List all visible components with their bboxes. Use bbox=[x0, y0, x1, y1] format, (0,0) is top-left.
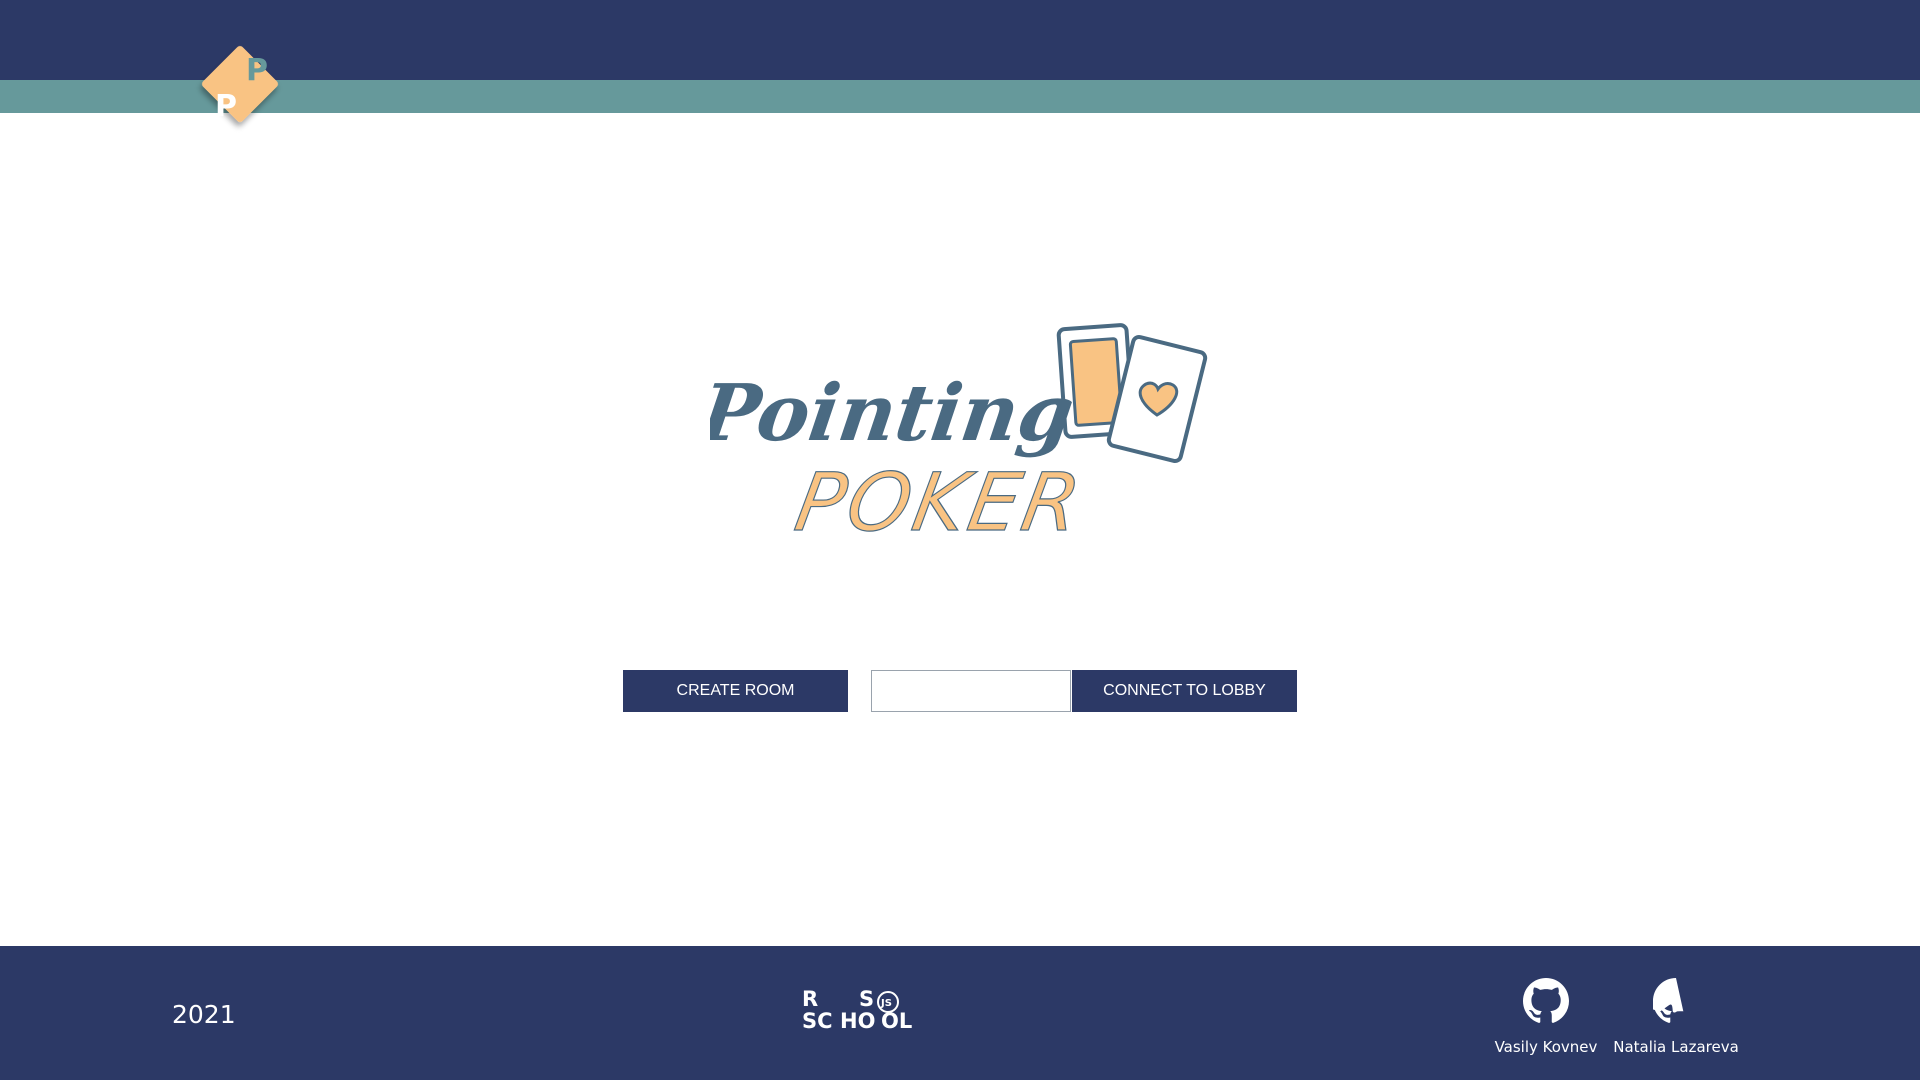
rs-logo-js: JS bbox=[880, 998, 892, 1009]
connect-to-lobby-button[interactable]: CONNECT TO LOBBY bbox=[1072, 670, 1297, 712]
author-name: Vasily Kovnev bbox=[1494, 1038, 1598, 1056]
author-link-natalia-lazareva[interactable]: Natalia Lazareva bbox=[1611, 978, 1741, 1058]
pointing-poker-logo: Pointing POKER bbox=[710, 323, 1208, 545]
footer-year: 2021 bbox=[172, 1000, 236, 1029]
page: P P Pointing POKER CREATE ROOM CONNECT T… bbox=[0, 0, 1920, 1080]
create-room-button[interactable]: CREATE ROOM bbox=[623, 670, 848, 712]
author-name: Natalia Lazareva bbox=[1613, 1038, 1739, 1056]
lobby-id-input[interactable] bbox=[871, 670, 1071, 712]
rs-logo-r: R bbox=[802, 988, 818, 1011]
logo-letter-teal: P bbox=[246, 53, 268, 88]
github-icon bbox=[1653, 978, 1684, 1023]
author-link-vasily-kovnev[interactable]: Vasily Kovnev bbox=[1481, 978, 1611, 1058]
rs-logo-sc: SC bbox=[802, 1009, 833, 1033]
rs-logo-s: S bbox=[859, 988, 874, 1011]
logo-word-poker: POKER bbox=[789, 457, 1090, 545]
rs-school-logo-icon[interactable]: R S SC HO OL JS bbox=[800, 988, 920, 1038]
footer: 2021 R S SC HO OL JS Vasily Kovnev Natal… bbox=[0, 946, 1920, 1080]
logo-word-pointing: Pointing bbox=[710, 367, 1079, 459]
github-icon bbox=[1523, 978, 1569, 1023]
rs-logo-ho: HO bbox=[840, 1009, 875, 1033]
